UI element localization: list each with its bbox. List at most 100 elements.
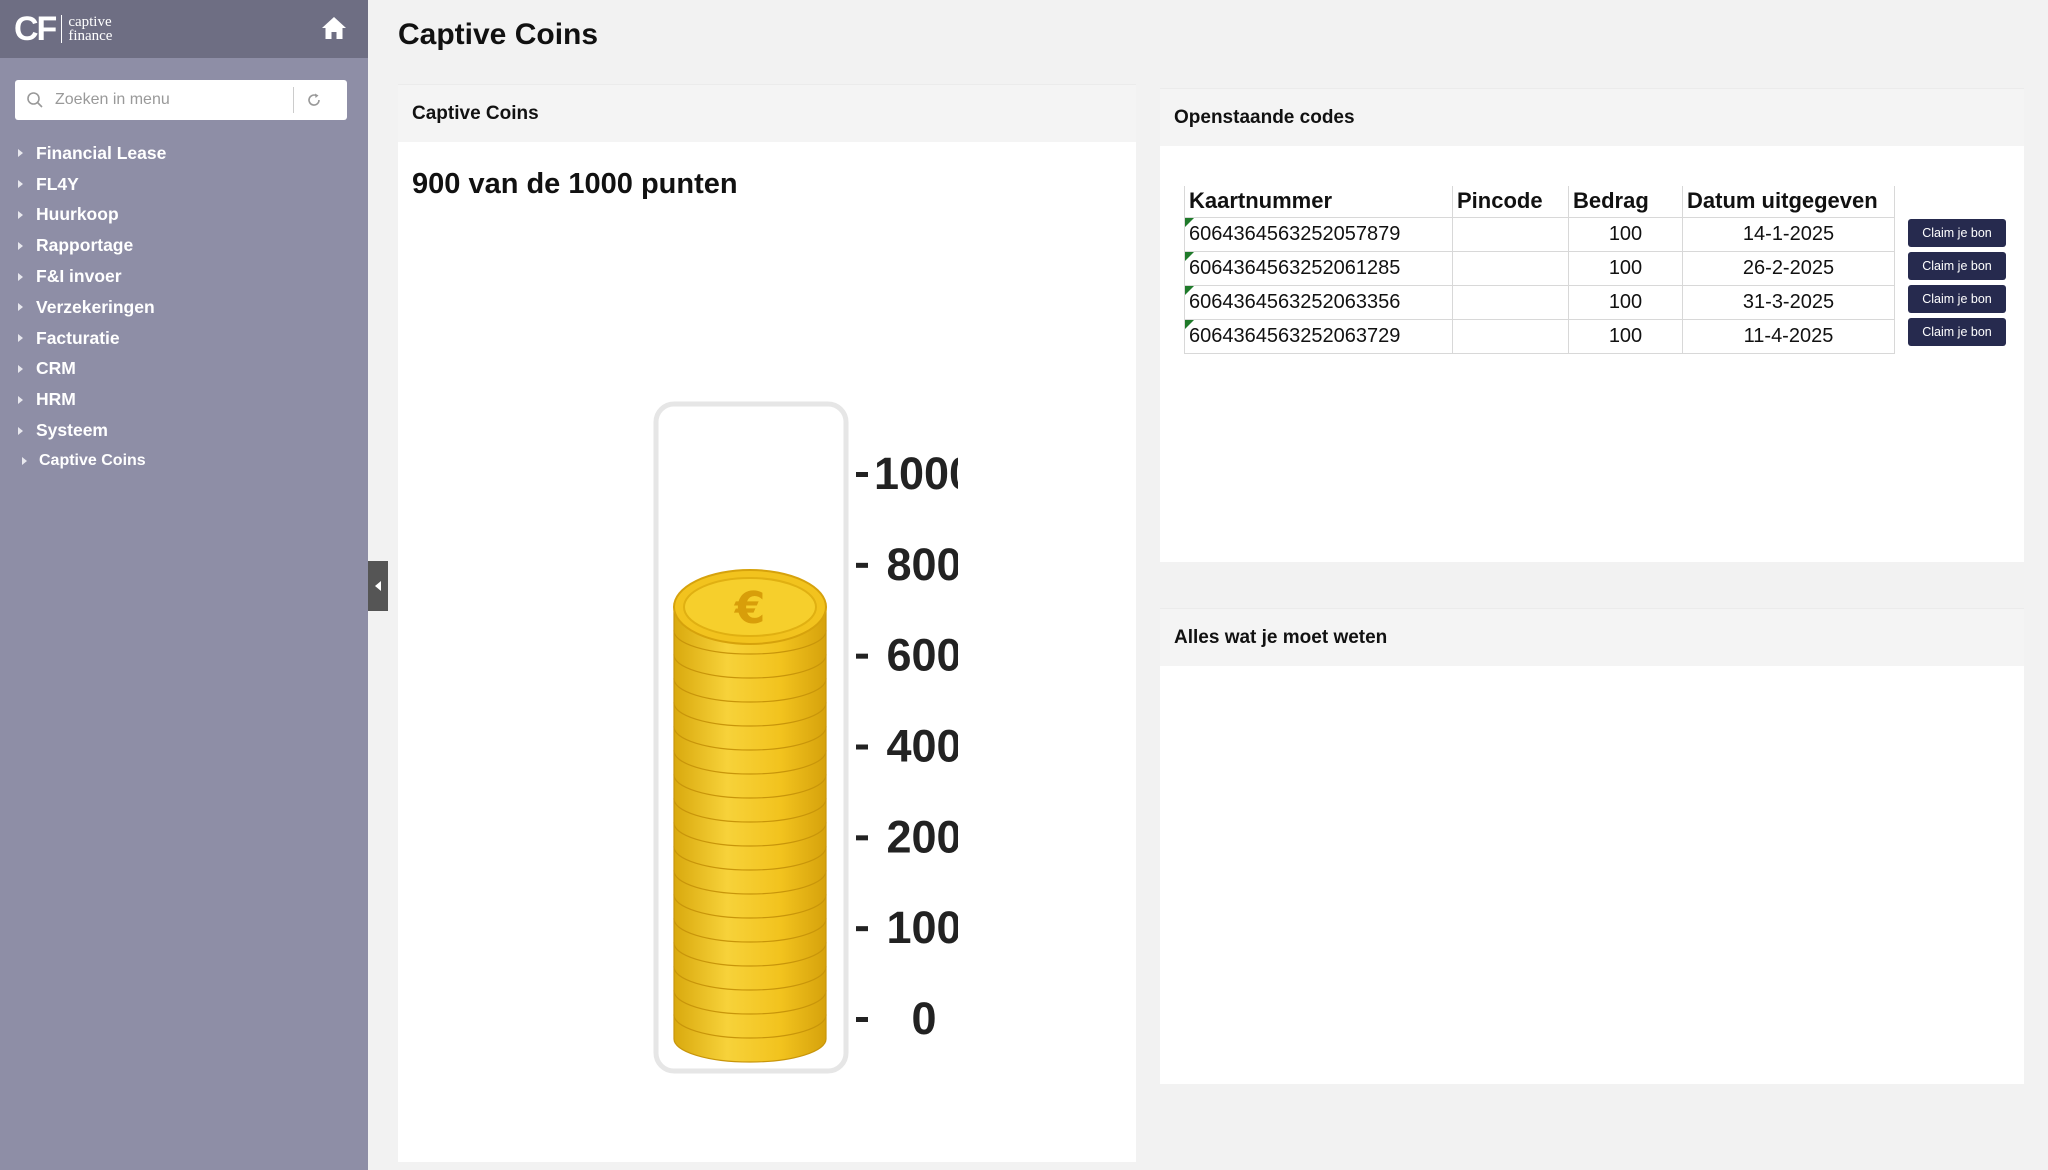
datum-cell: 31-3-2025: [1682, 285, 1895, 320]
menu-item-fi-invoer[interactable]: F&I invoer: [0, 261, 368, 292]
caret-right-icon: [18, 241, 23, 250]
euro-coin-icon: €: [673, 569, 827, 645]
menu-item-label: Huurkoop: [36, 204, 119, 225]
bedrag-cell: 100: [1568, 217, 1683, 252]
tick-mark: [856, 653, 868, 659]
tick-label: 100: [886, 902, 958, 953]
gauge-tick: 600: [856, 630, 962, 681]
tick-label: 1000: [874, 448, 958, 499]
menu-item-huurkoop[interactable]: Huurkoop: [0, 200, 368, 231]
caret-right-icon: [18, 395, 23, 404]
cell-flag-icon: [1185, 319, 1194, 329]
claim-button[interactable]: Claim je bon: [1908, 252, 2006, 280]
kaartnummer-cell: 6064364563252061285: [1184, 251, 1453, 286]
points-summary: 900 van de 1000 punten: [412, 168, 738, 200]
sidebar-collapse-button[interactable]: [368, 561, 388, 611]
sidebar: CF captive finance Zoeken in menu Financ…: [0, 0, 368, 1170]
column-header-pincode: Pincode: [1452, 186, 1569, 218]
gauge-ticks: 10008006004002001000: [856, 448, 974, 1044]
column-header-kaartnummer: Kaartnummer: [1184, 186, 1453, 218]
kaartnummer-cell: 6064364563252063729: [1184, 319, 1453, 354]
coin-gauge: € 10008006004002001000: [538, 284, 974, 1089]
gauge-tick: 0: [856, 993, 937, 1044]
datum-cell: 11-4-2025: [1682, 319, 1895, 354]
gauge-tick: 400: [856, 721, 962, 772]
menu-item-label: Facturatie: [36, 327, 120, 348]
caret-right-icon: [18, 180, 23, 189]
svg-text:€: €: [734, 583, 766, 634]
column-header-datum: Datum uitgegeven: [1682, 186, 1895, 218]
menu-item-rapportage[interactable]: Rapportage: [0, 230, 368, 261]
page-title: Captive Coins: [398, 18, 599, 51]
kaartnummer-value: 6064364563252057879: [1189, 222, 1401, 245]
pincode-cell: [1452, 251, 1569, 286]
info-panel: Alles wat je moet weten: [1160, 608, 2024, 1084]
table-header-row: Kaartnummer Pincode Bedrag Datum uitgege…: [1184, 186, 1895, 218]
menu-item-label: FL4Y: [36, 173, 79, 194]
claim-button[interactable]: Claim je bon: [1908, 219, 2006, 247]
logo-line-1: captive: [68, 14, 112, 30]
captive-coins-panel: Captive Coins 900 van de 1000 punten € 1…: [398, 84, 1136, 1162]
menu-item-label: Verzekeringen: [36, 296, 155, 317]
caret-right-icon: [18, 334, 23, 343]
pincode-cell: [1452, 285, 1569, 320]
tick-mark: [856, 744, 868, 750]
cell-flag-icon: [1185, 285, 1194, 295]
datum-cell: 14-1-2025: [1682, 217, 1895, 252]
menu-item-crm[interactable]: CRM: [0, 354, 368, 385]
kaartnummer-cell: 6064364563252057879: [1184, 217, 1453, 252]
menu-search: [15, 80, 347, 120]
gauge-tick: 100: [856, 902, 962, 953]
coin-stack: €: [673, 569, 827, 1063]
menu-item-label: CRM: [36, 358, 76, 379]
tick-label: 400: [886, 721, 958, 772]
gauge-tick: 200: [856, 811, 962, 862]
refresh-icon[interactable]: [294, 80, 334, 120]
home-icon[interactable]: [320, 14, 348, 42]
cell-flag-icon: [1185, 217, 1194, 227]
menu-item-label: Captive Coins: [39, 452, 146, 470]
tick-mark: [856, 472, 868, 477]
menu-item-verzekeringen[interactable]: Verzekeringen: [0, 292, 368, 323]
sidebar-menu: Financial Lease FL4Y Huurkoop Rapportage…: [0, 138, 368, 477]
panel-header: Captive Coins: [398, 84, 1136, 142]
claim-button[interactable]: Claim je bon: [1908, 285, 2006, 313]
bedrag-cell: 100: [1568, 319, 1683, 354]
captive-finance-logo[interactable]: CF captive finance: [14, 10, 112, 49]
search-icon: [15, 80, 55, 120]
claim-button[interactable]: Claim je bon: [1908, 318, 2006, 346]
codes-table: Kaartnummer Pincode Bedrag Datum uitgege…: [1184, 186, 1895, 354]
tick-mark: [856, 926, 868, 932]
datum-cell: 26-2-2025: [1682, 251, 1895, 286]
table-row: 6064364563252063356 100 31-3-2025: [1184, 285, 1895, 320]
menu-item-label: HRM: [36, 389, 76, 410]
panel-header: Alles wat je moet weten: [1160, 608, 2024, 666]
menu-item-hrm[interactable]: HRM: [0, 384, 368, 415]
caret-right-icon: [18, 210, 23, 219]
kaartnummer-cell: 6064364563252063356: [1184, 285, 1453, 320]
bedrag-cell: 100: [1568, 285, 1683, 320]
caret-right-icon: [18, 303, 23, 312]
open-codes-panel: Openstaande codes Kaartnummer Pincode Be…: [1160, 88, 2024, 562]
menu-item-systeem[interactable]: Systeem: [0, 415, 368, 446]
logo-words: captive finance: [68, 14, 113, 44]
kaartnummer-value: 6064364563252063356: [1189, 290, 1401, 313]
menu-item-captive-coins[interactable]: Captive Coins: [0, 446, 368, 477]
menu-item-financial-lease[interactable]: Financial Lease: [0, 138, 368, 169]
tick-label: 200: [886, 811, 958, 862]
table-row: 6064364563252057879 100 14-1-2025: [1184, 217, 1895, 252]
tick-label: 800: [886, 539, 958, 590]
caret-right-icon: [18, 149, 23, 158]
menu-item-label: F&I invoer: [36, 266, 122, 287]
pincode-cell: [1452, 217, 1569, 252]
caret-left-icon: [375, 581, 381, 591]
logo-line-2: finance: [68, 28, 113, 44]
bedrag-cell: 100: [1568, 251, 1683, 286]
menu-item-label: Financial Lease: [36, 142, 167, 163]
search-input[interactable]: [55, 85, 293, 115]
menu-item-label: Rapportage: [36, 235, 134, 256]
menu-item-fl4y[interactable]: FL4Y: [0, 169, 368, 200]
gauge-tick: 800: [856, 539, 962, 590]
caret-right-icon: [18, 426, 23, 435]
menu-item-facturatie[interactable]: Facturatie: [0, 323, 368, 354]
